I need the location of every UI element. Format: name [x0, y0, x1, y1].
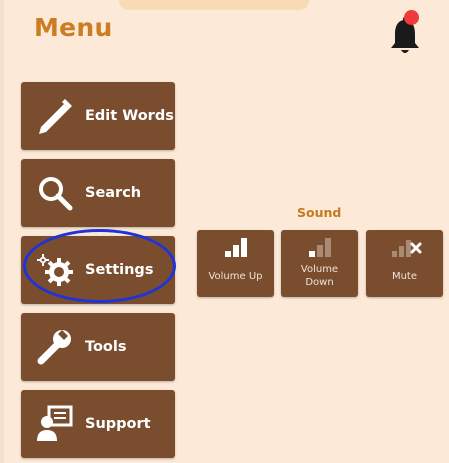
- menu-panel: Menu Edit Words Search Settings Tools Su…: [0, 0, 449, 463]
- edit-words-button[interactable]: Edit Words: [21, 82, 175, 150]
- support-button[interactable]: Support: [21, 390, 175, 458]
- mute-icon: [392, 240, 422, 257]
- settings-label: Settings: [85, 262, 154, 278]
- notification-badge: [404, 10, 419, 25]
- wrench-icon: [37, 330, 71, 365]
- top-edge-decoration: [119, 0, 309, 10]
- mute-button[interactable]: Mute: [366, 230, 443, 297]
- search-button[interactable]: Search: [21, 159, 175, 227]
- search-icon: [39, 177, 73, 211]
- tools-button[interactable]: Tools: [21, 313, 175, 381]
- edit-words-label: Edit Words: [85, 108, 174, 124]
- volume-up-button[interactable]: Volume Up: [197, 230, 274, 297]
- support-label: Support: [85, 416, 151, 432]
- volume-up-icon: [225, 238, 247, 257]
- volume-down-icon: [309, 238, 331, 257]
- support-icon: [37, 405, 73, 441]
- gear-icon: [37, 254, 73, 286]
- sound-section-title: Sound: [297, 205, 342, 220]
- search-label: Search: [85, 185, 142, 201]
- tools-label: Tools: [85, 339, 127, 355]
- settings-button[interactable]: Settings: [21, 236, 175, 304]
- mute-label: Mute: [391, 271, 418, 282]
- volume-up-label: Volume Up: [208, 271, 263, 282]
- volume-down-button[interactable]: Volume Down: [281, 230, 358, 297]
- page-title: Menu: [34, 13, 113, 42]
- volume-down-label: Volume Down: [300, 264, 339, 288]
- pencil-icon: [39, 99, 72, 134]
